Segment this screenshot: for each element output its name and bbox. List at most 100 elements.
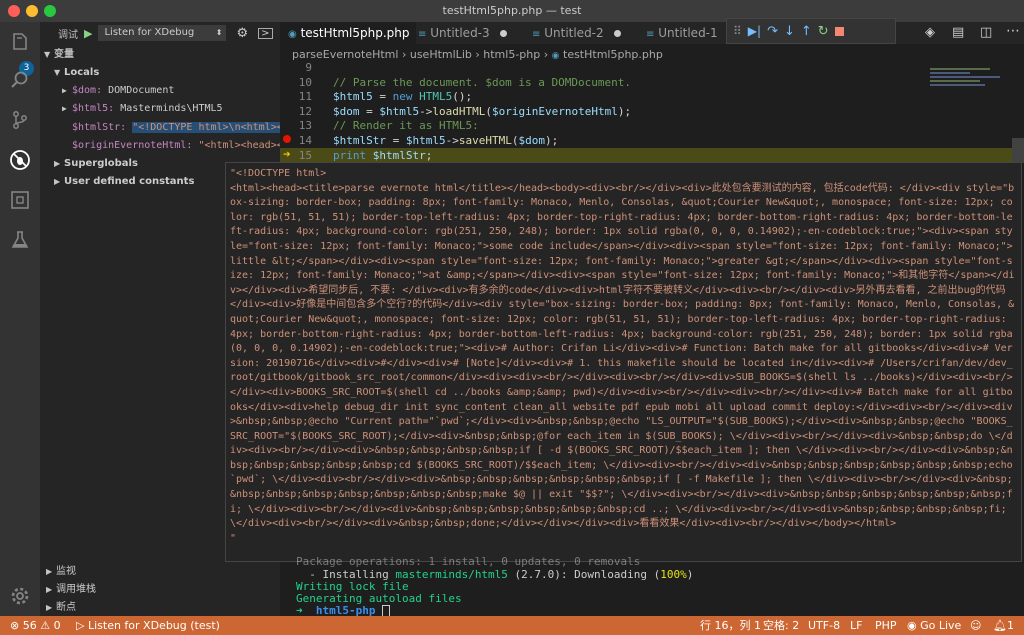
language-mode[interactable]: PHP <box>875 616 897 635</box>
more-actions-icon[interactable]: ⋯ <box>1006 23 1020 39</box>
code-line[interactable]: 10 // Parse the document. $dom is a DOMDo… <box>280 75 1024 90</box>
search-icon[interactable] <box>8 68 32 92</box>
files-icon[interactable] <box>8 30 32 54</box>
chevron-right-icon: ▶ <box>62 86 67 95</box>
notifications-bell[interactable]: 🔔︎1 <box>993 616 1014 635</box>
variables-section-header[interactable]: ▼ 变量 <box>40 46 280 64</box>
breakpoints-section-header[interactable]: ▶ 断点 <box>40 599 280 617</box>
variable-row-html5[interactable]: ▶ $html5: Masterminds\HTML5 <box>40 100 280 118</box>
debug-settings-gear-icon[interactable]: ⚙ <box>236 26 248 41</box>
select-arrow-icon: ⬍ <box>215 28 223 37</box>
callstack-section-header[interactable]: ▶ 调用堆栈 <box>40 581 280 599</box>
unsaved-dot-icon <box>613 30 621 37</box>
floating-debug-toolbar: ⠿ ▶| ↷ ↓ ↑ ↻ <box>726 18 896 44</box>
status-bar: ⊗ 56 ⚠ 0 ▷ Listen for XDebug (test) 行 16… <box>0 616 1024 635</box>
chevron-down-icon: ▼ <box>44 50 51 59</box>
step-into-icon[interactable]: ↓ <box>784 24 795 39</box>
debug-label: 调试 <box>58 29 78 41</box>
debug-toolbar: 调试 ▶ Listen for XDebug ⬍ ⚙ > <box>40 22 280 44</box>
file-icon: ≡ <box>418 29 427 40</box>
php-file-icon: ◉ <box>288 29 297 40</box>
code-line[interactable]: 13 // Render it as HTML5: <box>280 118 1024 133</box>
unsaved-dot-icon <box>499 30 507 37</box>
preview-icon[interactable]: ▤ <box>952 25 964 40</box>
bell-icon: 🔔︎ <box>993 619 1007 632</box>
test-flask-icon[interactable] <box>8 228 32 252</box>
warning-icon: ⚠ <box>40 619 51 632</box>
start-debug-icon[interactable]: ▶ <box>84 27 92 40</box>
chevron-right-icon: ▶ <box>54 159 61 168</box>
window-title: testHtml5php.php — test <box>442 4 582 17</box>
play-circle-icon: ▷ <box>76 619 85 632</box>
continue-icon[interactable]: ▶| <box>748 24 761 38</box>
debug-console-icon[interactable]: > <box>258 27 273 39</box>
chevron-right-icon: ▶ <box>54 177 61 186</box>
code-line[interactable]: 14 $htmlStr = $html5->saveHTML($dom); <box>280 133 1024 148</box>
broadcast-icon: ◉ <box>907 619 917 632</box>
debug-session-indicator[interactable]: ▷ Listen for XDebug (test) <box>76 616 220 635</box>
code-text: print $htmlStr; <box>333 148 433 162</box>
chevron-right-icon: ▶ <box>46 567 53 576</box>
encoding[interactable]: UTF-8 <box>808 616 840 635</box>
problems-indicator[interactable]: ⊗ 56 ⚠ 0 <box>10 616 61 635</box>
code-text: // Render it as HTML5: <box>333 119 479 133</box>
debug-config-value: Listen for XDebug <box>104 27 195 38</box>
cursor-position[interactable]: 行 16，列 1 <box>700 616 761 635</box>
code-text: // Parse the document. $dom is a DOMDocu… <box>333 75 632 89</box>
open-changes-icon[interactable]: ◈ <box>925 25 935 40</box>
chevron-right-icon: ▶ <box>46 603 53 612</box>
line-number: 10 <box>298 75 312 89</box>
source-control-icon[interactable] <box>8 108 32 132</box>
file-icon: ≡ <box>646 29 655 40</box>
activity-bar: 3 <box>0 22 40 616</box>
chevron-right-icon: ▶ <box>62 104 67 113</box>
tab-untitled-3[interactable]: ≡ Untitled-3 <box>410 22 530 44</box>
code-line[interactable]: 12 $dom = $html5->loadHTML($originEvernot… <box>280 104 1024 119</box>
error-icon: ⊗ <box>10 619 20 632</box>
code-text: $html5 = new HTML5(); <box>333 90 473 104</box>
code-text: $htmlStr = $html5->saveHTML($dom); <box>333 134 559 147</box>
step-over-icon[interactable]: ↷ <box>767 24 778 39</box>
variable-row-dom[interactable]: ▶ $dom: DOMDocument <box>40 82 280 100</box>
code-line[interactable]: 15 print $htmlStr; <box>280 147 1024 163</box>
debug-config-select[interactable]: Listen for XDebug ⬍ <box>98 25 227 41</box>
terminal-panel[interactable]: Package operations: 1 install, 0 updates… <box>280 556 1024 617</box>
tab-testhtml5php[interactable]: ◉ testHtml5php.php ✕ <box>280 22 416 64</box>
settings-gear-icon[interactable] <box>8 584 32 608</box>
split-editor-icon[interactable]: ◫ <box>980 25 992 40</box>
chevron-right-icon: ▶ <box>46 585 53 594</box>
code-line[interactable]: 9 <box>280 60 1024 75</box>
tab-untitled-1[interactable]: ≡ Untitled-1 <box>638 22 726 61</box>
line-number: 9 <box>305 61 312 74</box>
watch-section-header[interactable]: ▶ 监视 <box>40 563 280 581</box>
go-live-button[interactable]: ◉ Go Live <box>907 616 961 635</box>
feedback-smiley-icon[interactable]: ☺ <box>970 616 981 635</box>
line-number: 12 <box>298 104 312 118</box>
editor-scrollbar[interactable] <box>1012 138 1024 162</box>
restart-icon[interactable]: ↻ <box>818 24 829 39</box>
code-line[interactable]: 11 $html5 = new HTML5(); <box>280 89 1024 104</box>
current-line-arrow-icon: ➔ <box>283 150 291 160</box>
variable-row-originevernotehtml[interactable]: $originEvernoteHtml: "<html><head><ti… <box>40 137 280 155</box>
locals-scope[interactable]: ▼ Locals <box>40 64 280 82</box>
code-editor[interactable]: 9 10 // Parse the document. $dom is a DOMD… <box>280 61 1024 163</box>
variable-hover-tooltip: "<!DOCTYPE html> <html><head><title>pars… <box>225 162 1022 562</box>
extensions-icon[interactable] <box>8 188 32 212</box>
drag-handle-icon[interactable]: ⠿ <box>733 24 742 38</box>
stop-icon[interactable] <box>834 26 844 36</box>
code-text: $dom = $html5->loadHTML($originEvernoteH… <box>333 104 632 118</box>
line-number: 11 <box>298 90 312 104</box>
breakpoint-icon[interactable] <box>283 135 291 143</box>
indentation[interactable]: 空格: 2 <box>763 616 799 635</box>
line-ending[interactable]: LF <box>850 616 862 635</box>
file-icon: ≡ <box>532 29 541 40</box>
minimap[interactable] <box>928 66 1010 162</box>
line-number: 13 <box>298 119 312 133</box>
variable-row-htmlstr[interactable]: $htmlStr: "<!DOCTYPE html>\n<html><he… <box>40 119 280 137</box>
step-out-icon[interactable]: ↑ <box>801 24 812 39</box>
terminal-line: Package operations: 1 install, 0 updates… <box>296 555 641 568</box>
tab-untitled-2[interactable]: ≡ Untitled-2 <box>524 22 644 44</box>
chevron-down-icon: ▼ <box>54 68 61 77</box>
editor-tabs: ◉ testHtml5php.php ✕ ≡ Untitled-3 ≡ Unti… <box>280 22 1024 64</box>
debug-icon[interactable] <box>8 148 32 172</box>
